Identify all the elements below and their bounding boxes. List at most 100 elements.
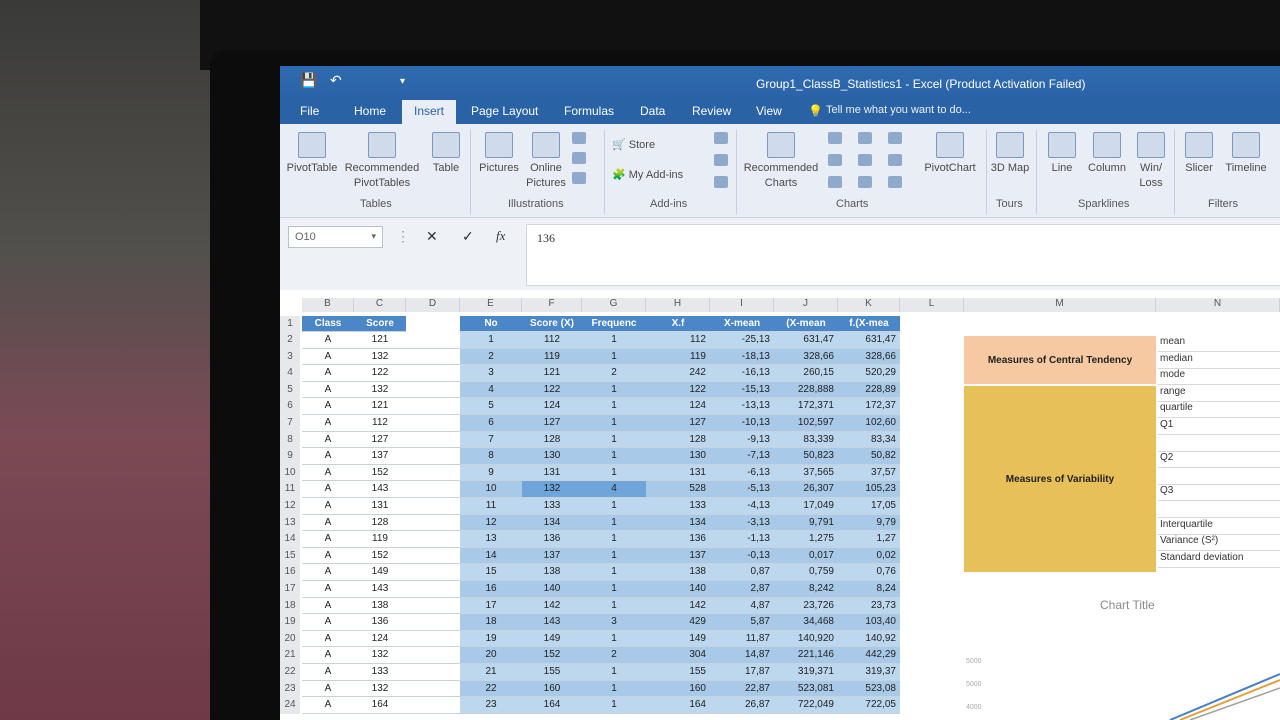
cell-fxmean[interactable]: 140,92 [838,630,900,648]
cell-class[interactable]: A [302,647,354,664]
cell-xmean[interactable]: -0,13 [710,547,774,565]
cell-xmean[interactable]: 4,87 [710,597,774,615]
cell-score[interactable]: 122 [354,365,406,382]
column-header[interactable]: C [354,298,406,312]
measure-label[interactable]: Q2 [1158,452,1280,469]
recommended-charts-button[interactable]: Recommended Charts [740,132,822,191]
cell-score-x[interactable]: 160 [522,680,582,698]
cell-fxmean[interactable]: 523,08 [838,680,900,698]
sparkline-column-button[interactable]: Column [1084,132,1130,176]
row-number[interactable]: 9 [280,448,300,465]
cell-xmean[interactable]: -3,13 [710,514,774,532]
cell-no[interactable]: 9 [460,464,522,482]
measure-label[interactable]: range [1158,385,1280,402]
cell-empty[interactable] [406,564,460,581]
header-xf[interactable]: X.f [646,316,710,332]
cell-xmean[interactable]: -10,13 [710,415,774,432]
timeline-button[interactable]: Timeline [1220,132,1272,176]
sparkline-winloss-button[interactable]: Win/ Loss [1134,132,1168,191]
cell-xmean-sq[interactable]: 140,920 [774,630,838,648]
cell-xmean-sq[interactable]: 83,339 [774,431,838,449]
cell-xf[interactable]: 131 [646,464,710,482]
cell-class[interactable]: A [302,631,354,648]
cell-xf[interactable]: 160 [646,680,710,698]
header-fxmean[interactable]: f.(X-mea [838,316,900,332]
cell-frequency[interactable]: 1 [582,664,646,681]
cell-xmean[interactable]: -4,13 [710,498,774,515]
cell-xmean[interactable]: 2,87 [710,581,774,598]
row-number[interactable]: 2 [280,332,300,349]
cell-score[interactable]: 131 [354,498,406,515]
pivottable-button[interactable]: PivotTable [284,132,340,176]
column-header[interactable]: D [406,298,460,312]
cell-score[interactable]: 133 [354,664,406,681]
cell-xmean[interactable]: -1,13 [710,531,774,548]
central-tendency-box[interactable]: Measures of Central Tendency [964,336,1156,384]
cell-frequency[interactable]: 1 [582,415,646,432]
cell-class[interactable]: A [302,697,354,714]
column-header[interactable]: N [1156,298,1280,312]
column-header[interactable]: B [302,298,354,312]
enter-icon[interactable]: ✓ [462,228,474,245]
cell-xmean-sq[interactable]: 17,049 [774,498,838,515]
cell-score-x[interactable]: 137 [522,547,582,565]
row-number[interactable]: 19 [280,614,300,631]
insert-function-icon[interactable]: fx [496,228,505,244]
cell-fxmean[interactable]: 83,34 [838,431,900,449]
slicer-button[interactable]: Slicer [1178,132,1220,176]
cell-xmean-sq[interactable]: 328,66 [774,348,838,366]
cell-xmean[interactable]: -6,13 [710,464,774,482]
cell-xf[interactable]: 164 [646,697,710,714]
cell-no[interactable]: 8 [460,448,522,465]
cell-empty[interactable] [406,631,460,648]
my-addins-button[interactable]: 🧩 My Add-ins [612,168,683,183]
cell-xmean[interactable]: -7,13 [710,448,774,465]
cell-frequency[interactable]: 2 [582,365,646,382]
column-header[interactable]: J [774,298,838,312]
cell-xmean[interactable]: -9,13 [710,431,774,449]
cell-xmean-sq[interactable]: 172,371 [774,398,838,415]
cell-score-x[interactable]: 143 [522,614,582,631]
cell-xmean-sq[interactable]: 9,791 [774,514,838,532]
cell-empty[interactable] [406,448,460,465]
cell-xmean[interactable]: -5,13 [710,481,774,498]
chart-lines[interactable] [1160,666,1280,720]
header-score[interactable]: Score [354,316,406,332]
line-chart-icon[interactable] [828,154,842,166]
cell-class[interactable]: A [302,581,354,598]
cell-score-x[interactable]: 130 [522,448,582,465]
cell-no[interactable]: 17 [460,597,522,615]
cell-no[interactable]: 6 [460,415,522,432]
cell-frequency[interactable]: 1 [582,381,646,399]
measure-label[interactable]: Standard deviation [1158,551,1280,568]
cell-score-x[interactable]: 142 [522,597,582,615]
cell-score[interactable]: 152 [354,465,406,482]
cell-xmean[interactable]: -15,13 [710,381,774,399]
cell-xmean[interactable]: 17,87 [710,664,774,681]
header-score-x[interactable]: Score (X) [522,316,582,332]
cell-class[interactable]: A [302,531,354,548]
row-number[interactable]: 14 [280,531,300,548]
cell-class[interactable]: A [302,681,354,698]
smartart-icon[interactable] [572,152,586,164]
cell-score[interactable]: 132 [354,681,406,698]
cell-frequency[interactable]: 1 [582,398,646,415]
cell-xmean[interactable]: 26,87 [710,697,774,714]
column-chart-icon[interactable] [828,132,842,144]
sparkline-line-button[interactable]: Line [1042,132,1082,176]
cell-class[interactable]: A [302,515,354,532]
statistic-chart-icon[interactable] [858,154,872,166]
cell-frequency[interactable]: 1 [582,564,646,581]
cell-empty[interactable] [406,515,460,532]
cell-score[interactable]: 149 [354,564,406,581]
cell-xmean-sq[interactable]: 34,468 [774,614,838,631]
header-xmean-sq[interactable]: (X-mean [774,316,838,332]
cell-xmean[interactable]: 5,87 [710,614,774,631]
cell-frequency[interactable]: 1 [582,630,646,648]
cell-xmean[interactable]: 11,87 [710,630,774,648]
cell-score[interactable]: 128 [354,515,406,532]
column-header[interactable]: E [460,298,522,312]
measure-label[interactable]: mode [1158,369,1280,386]
cell-score[interactable]: 143 [354,581,406,598]
cell-xmean-sq[interactable]: 631,47 [774,332,838,349]
